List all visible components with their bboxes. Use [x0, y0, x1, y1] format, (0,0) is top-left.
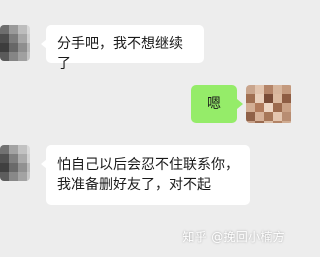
contact-avatar[interactable]: [0, 25, 30, 61]
watermark: 知乎 @挽回小楠方: [182, 230, 285, 244]
message-text: 怕自己以后会忍不住联系你， 我准备删好友了，对不起: [57, 157, 239, 193]
contact-avatar[interactable]: [0, 145, 30, 181]
message-bubble-outgoing[interactable]: 嗯: [191, 85, 243, 123]
self-avatar[interactable]: [246, 85, 293, 123]
bubble-tail: [41, 159, 47, 169]
bubble-tail: [41, 39, 47, 49]
message-bubble-incoming[interactable]: 分手吧，我不想继续了: [41, 25, 204, 72]
message-text: 嗯: [207, 96, 221, 112]
message-bubble-incoming[interactable]: 怕自己以后会忍不住联系你， 我准备删好友了，对不起: [41, 145, 250, 205]
chat-window: 分手吧，我不想继续了 嗯 怕自己以后会忍不住联系你， 我准备删好友了，对不起 知…: [0, 0, 293, 257]
bubble-tail: [237, 99, 243, 109]
message-text: 分手吧，我不想继续了: [57, 36, 183, 72]
